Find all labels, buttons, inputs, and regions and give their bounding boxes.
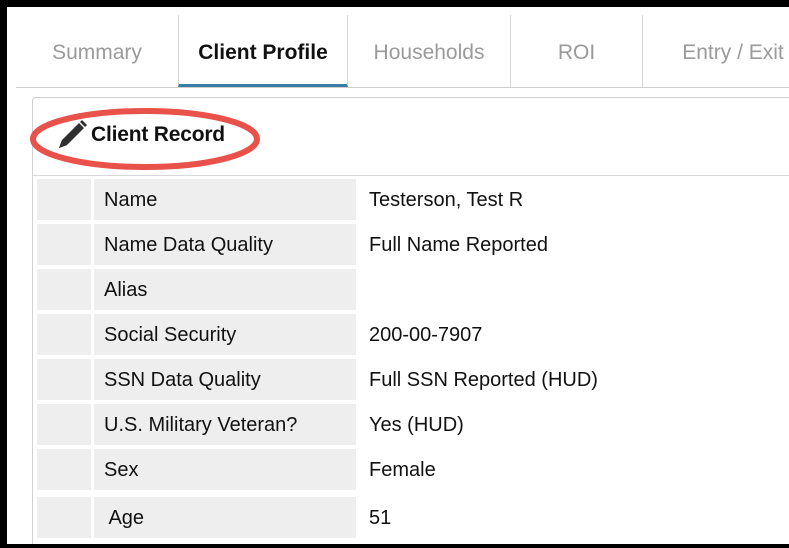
table-row: U.S. Military Veteran? Yes (HUD) [37,402,789,447]
panel-header: Client Record [30,98,789,176]
row-gutter [37,449,91,490]
field-value: Full SSN Reported (HUD) [369,369,598,391]
table-row: Name Data Quality Full Name Reported [37,222,789,267]
field-label: Name [94,179,356,220]
tab-client-profile-label: Client Profile [198,41,328,64]
field-value: Yes (HUD) [369,414,464,436]
field-label: Alias [94,269,356,310]
tab-summary-label: Summary [52,41,142,64]
field-label: Social Security [94,314,356,355]
row-gutter [37,269,91,310]
tab-bar: Summary Client Profile Households ROI En… [16,15,789,88]
panel-title: Client Record [91,123,225,146]
field-value: Female [369,459,436,481]
table-row: Social Security 200-00-7907 [37,312,789,357]
table-row: SSN Data Quality Full SSN Reported (HUD) [37,357,789,402]
field-value [369,269,789,310]
tab-entry-exit[interactable]: Entry / Exit [643,15,789,87]
row-gutter [37,314,91,355]
tab-roi[interactable]: ROI [511,15,643,87]
tab-households[interactable]: Households [348,15,511,87]
field-label: Age [94,497,356,538]
row-gutter [37,224,91,265]
field-label: Name Data Quality [94,224,356,265]
field-label: SSN Data Quality [94,359,356,400]
row-gutter [37,404,91,445]
row-gutter [37,359,91,400]
field-value: 200-00-7907 [369,324,483,346]
field-label: Sex [94,449,356,490]
tab-summary[interactable]: Summary [16,15,178,87]
field-value: Testerson, Test R [369,189,524,211]
pencil-icon[interactable] [55,118,89,152]
table-row: Alias [37,267,789,312]
field-value: 51 [369,507,392,529]
row-gutter [37,497,91,538]
field-label: U.S. Military Veteran? [94,404,356,445]
tab-roi-label: ROI [557,41,596,64]
tab-client-profile[interactable]: Client Profile [178,15,348,87]
table-row: Sex Female [37,447,789,492]
table-row: Age 51 [37,495,789,540]
row-gutter [37,179,91,220]
tab-households-label: Households [373,41,485,64]
table-row: Name Testerson, Test R [37,177,789,222]
tab-entry-exit-label: Entry / Exit [682,41,784,64]
field-value: Full Name Reported [369,234,548,256]
app-frame: Summary Client Profile Households ROI En… [0,0,789,548]
